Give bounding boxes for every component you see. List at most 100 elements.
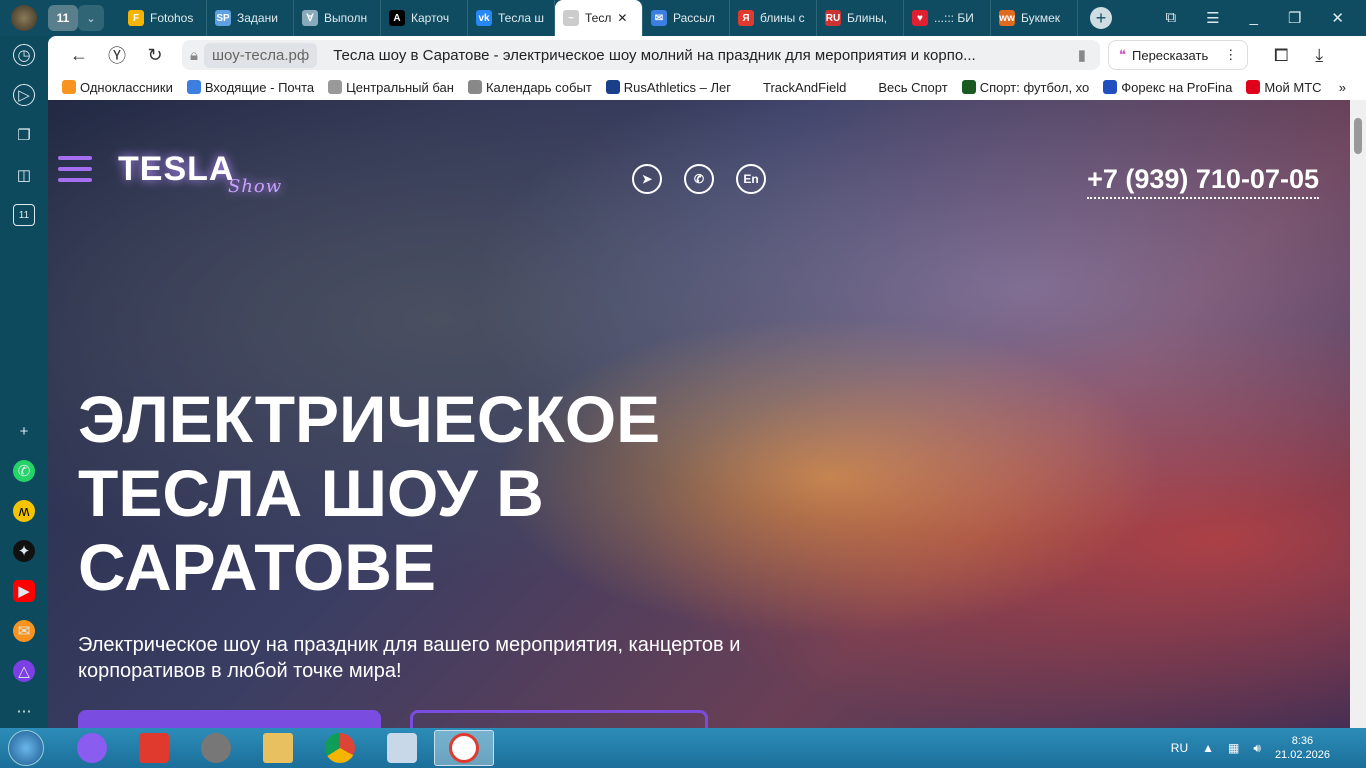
taskbar-explorer[interactable] <box>248 730 308 766</box>
tray-expand-icon[interactable]: ▲ <box>1202 741 1214 755</box>
reload-button[interactable]: ↻ <box>136 45 174 66</box>
tab-label: Блины, <box>847 11 888 25</box>
network-icon[interactable]: ▦ <box>1228 741 1239 755</box>
chevron-down-icon[interactable]: ⌄ <box>78 5 104 31</box>
start-button[interactable] <box>8 730 44 766</box>
bookmark-item[interactable]: TrackAndField <box>745 79 846 95</box>
bookmark-label: Одноклассники <box>80 79 173 95</box>
tab-favicon-icon: ✉ <box>651 10 667 26</box>
download-icon[interactable]: ⤓ <box>1300 45 1338 66</box>
taskbar: RU ▲ ▦ 🔊︎ 8:36 21.02.2026 <box>0 728 1366 768</box>
phone-link[interactable]: +7 (939) 710-07-05 <box>1087 164 1319 199</box>
bookmark-icon[interactable]: ▮ <box>1064 46 1100 64</box>
bookmark-favicon-icon <box>860 80 874 94</box>
clock-date: 21.02.2026 <box>1274 749 1330 761</box>
language-en-button[interactable]: En <box>736 164 766 194</box>
bookmark-label: Календарь событ <box>485 79 592 95</box>
telegram-icon[interactable]: ➤ <box>632 164 662 194</box>
close-tab-icon[interactable]: ✕ <box>617 11 627 25</box>
taskbar-alice[interactable] <box>62 730 122 766</box>
extensions-icon[interactable]: ⧠ <box>1262 45 1300 66</box>
tab[interactable]: A Карточ <box>381 0 468 36</box>
bookmark-label: Весь Спорт <box>878 79 948 95</box>
bookmark-item[interactable]: Входящие - Почта <box>186 79 314 95</box>
site-logo[interactable]: TESLA Show <box>118 150 281 197</box>
taskbar-chrome[interactable] <box>310 730 370 766</box>
tab-favicon-icon: vk <box>476 10 492 26</box>
bookmark-favicon-icon <box>328 79 343 94</box>
bookmark-item[interactable]: RusAthletics – Лег <box>605 79 732 95</box>
avatar[interactable] <box>11 5 37 31</box>
tab[interactable]: Яблины с <box>730 0 817 36</box>
bookmark-favicon-icon <box>186 79 201 94</box>
bookmarks-overflow-icon[interactable]: » <box>1339 80 1366 95</box>
address-bar[interactable]: 🔒︎ шоу-тесла.рф Тесла шоу в Саратове - э… <box>182 40 1100 70</box>
yandex-market-icon[interactable]: ʍ <box>13 500 35 522</box>
menu-icon[interactable]: ☰ <box>1206 9 1219 27</box>
add-icon[interactable]: + <box>13 420 35 442</box>
hero-headline: ЭЛЕКТРИЧЕСКОЕ ТЕСЛА ШОУ В САРАТОВЕ <box>78 382 661 604</box>
volume-icon[interactable]: 🔊︎ <box>1253 741 1261 756</box>
bookmark-favicon-icon <box>1246 79 1261 94</box>
bookmark-item[interactable]: Центральный бан <box>328 79 454 95</box>
screenshot-icon[interactable]: ◫ <box>13 164 35 186</box>
taskbar-yandex[interactable] <box>124 730 184 766</box>
history-icon[interactable]: ◷ <box>13 44 35 66</box>
tab-label: ...::: БИ <box>934 11 974 25</box>
more-icon[interactable]: ⋯ <box>13 700 35 722</box>
tab[interactable]: ∀ Выполн <box>294 0 381 36</box>
bookmark-item[interactable]: Календарь событ <box>467 79 592 95</box>
tab-label: Карточ <box>411 11 450 25</box>
bookmarks-panel-icon[interactable]: ⧉ <box>1165 9 1176 27</box>
primary-cta-button[interactable] <box>78 710 381 728</box>
lock-icon[interactable]: 🔒︎ <box>190 47 198 64</box>
tab[interactable]: ~ Тесл ✕ <box>555 0 643 36</box>
bookmark-item[interactable]: Спорт: футбол, хо <box>961 79 1089 95</box>
collections-icon[interactable]: ❐ <box>13 124 35 146</box>
yandex-icon[interactable]: Ⓨ <box>98 42 136 68</box>
clock[interactable]: 8:36 21.02.2026 <box>1275 734 1330 762</box>
browser-sidebar: ◷ ▷ ❐ ◫ 11 + ✆ ʍ ✦ ▶ ✉ △ ⋯ <box>0 36 48 728</box>
bookmark-item[interactable]: Одноклассники <box>62 79 173 95</box>
youtube-icon[interactable]: ▶ <box>13 580 35 602</box>
tab[interactable]: SP Задани <box>207 0 294 36</box>
taskbar-settings[interactable] <box>186 730 246 766</box>
back-button[interactable]: ← <box>60 45 98 66</box>
minimize-button[interactable]: _ <box>1250 9 1258 27</box>
alice-icon[interactable]: △ <box>13 660 35 682</box>
tab-label: Букмек <box>1021 11 1061 25</box>
scrollbar[interactable] <box>1350 100 1366 728</box>
url-domain: шоу-тесла.рф <box>203 42 318 68</box>
tab[interactable]: ♥ ...::: БИ <box>904 0 991 36</box>
taskbar-paint[interactable] <box>372 730 432 766</box>
tab-favicon-icon: ww <box>999 10 1015 26</box>
tabs-icon[interactable]: 11 <box>13 204 35 226</box>
language-indicator[interactable]: RU <box>1171 741 1188 755</box>
secondary-cta-button[interactable] <box>410 710 708 728</box>
tab[interactable]: ww Букмек <box>991 0 1078 36</box>
retell-button[interactable]: ❝ Пересказать ⋮ <box>1108 40 1249 70</box>
tab[interactable]: ✉ Рассыл <box>643 0 730 36</box>
tab[interactable]: vk Тесла ш <box>468 0 555 36</box>
menu-burger-button[interactable] <box>58 156 92 189</box>
more-options-icon[interactable]: ⋮ <box>1224 47 1237 63</box>
zen-icon[interactable]: ✦ <box>13 540 35 562</box>
tab[interactable]: F Fotohos <box>120 0 207 36</box>
tab[interactable]: RU Блины, <box>817 0 904 36</box>
retell-icon: ❝ <box>1119 47 1126 62</box>
phone-icon[interactable]: ✆ <box>684 164 714 194</box>
close-window-button[interactable]: ✕ <box>1331 9 1344 27</box>
bookmark-item[interactable]: Форекс на ProFina <box>1103 79 1232 95</box>
bookmark-item[interactable]: Весь Спорт <box>860 80 947 95</box>
mail-icon[interactable]: ✉ <box>13 620 35 642</box>
whatsapp-icon[interactable]: ✆ <box>13 460 35 482</box>
tab-count-button[interactable]: 11 <box>48 5 78 31</box>
scrollbar-thumb[interactable] <box>1354 118 1362 154</box>
page-title: Тесла шоу в Саратове - электрическое шоу… <box>333 46 976 64</box>
bookmark-label: RusAthletics – Лег <box>623 79 732 95</box>
taskbar-yandex-browser[interactable] <box>434 730 494 766</box>
bookmark-item[interactable]: Мой МТС <box>1246 79 1322 95</box>
play-icon[interactable]: ▷ <box>13 84 35 106</box>
restore-button[interactable]: ❐ <box>1288 9 1301 27</box>
new-tab-button[interactable]: + <box>1090 7 1112 29</box>
